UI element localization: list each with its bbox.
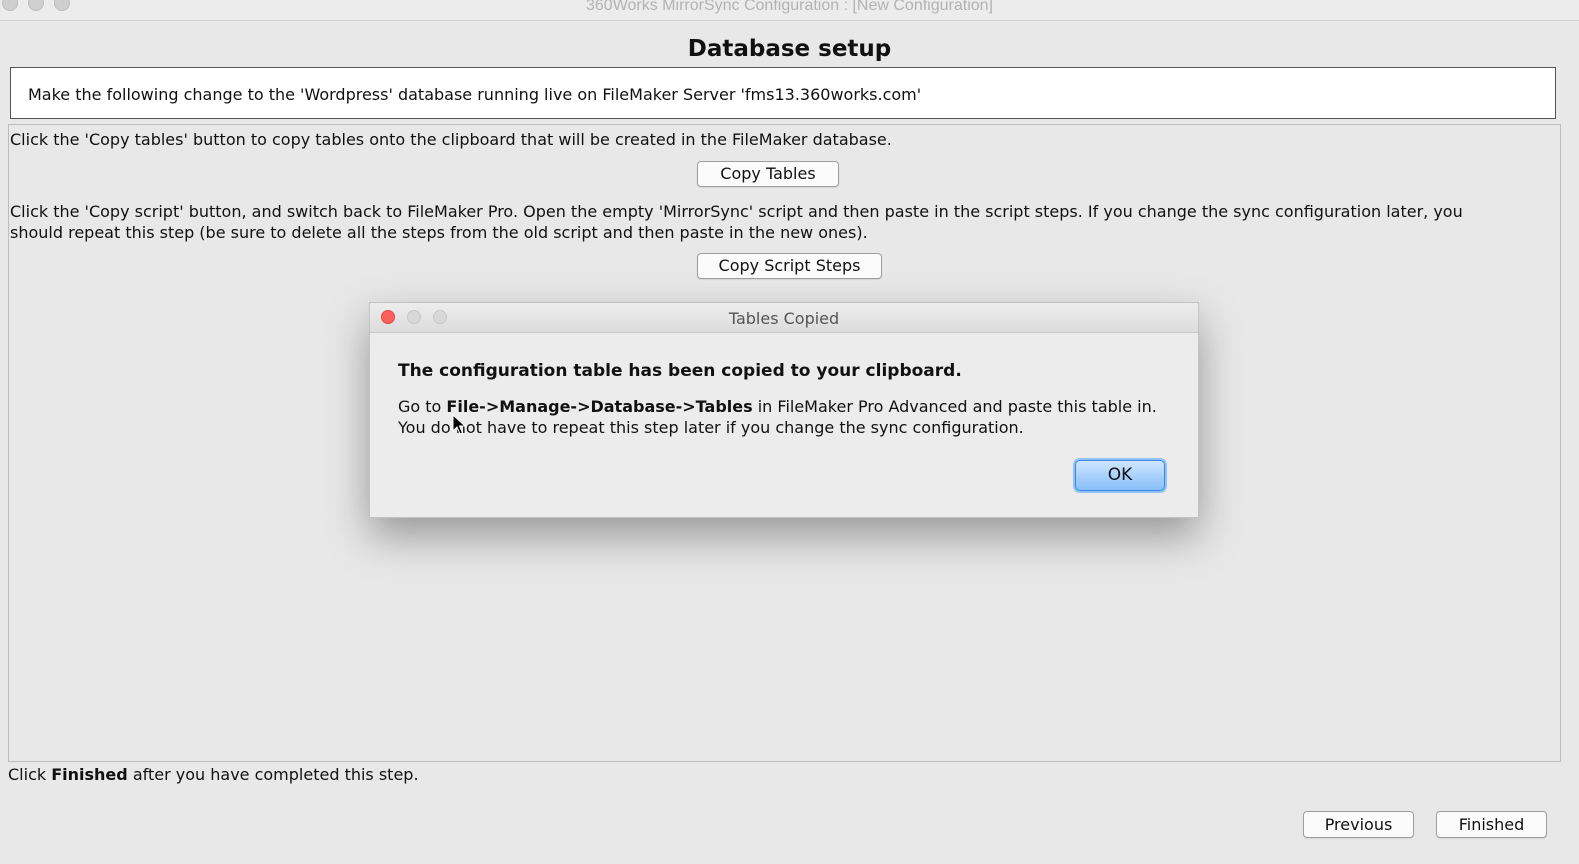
dialog-message-line2: You do not have to repeat this step late… <box>398 418 1024 437</box>
previous-button[interactable]: Previous <box>1303 811 1414 838</box>
copy-script-steps-button[interactable]: Copy Script Steps <box>697 253 882 279</box>
info-text: Make the following change to the 'Wordpr… <box>28 85 922 104</box>
window-titlebar: 360Works MirrorSync Configuration : [New… <box>0 0 1579 21</box>
dialog-menu-path: File->Manage->Database->Tables <box>446 397 753 416</box>
copy-script-instruction-line1: Click the 'Copy script' button, and swit… <box>10 202 1463 221</box>
dialog-titlebar: Tables Copied <box>370 303 1198 333</box>
dialog-line1-suffix: in FileMaker Pro Advanced and paste this… <box>752 397 1157 416</box>
info-box: Make the following change to the 'Wordpr… <box>10 67 1556 119</box>
dialog-title: Tables Copied <box>728 309 840 328</box>
dialog-line1-prefix: Go to <box>398 397 447 416</box>
ok-button[interactable]: OK <box>1075 460 1165 491</box>
footer-instruction: Click Finished after you have completed … <box>8 764 419 785</box>
page-title: Database setup <box>687 36 892 62</box>
footer-prefix: Click <box>8 765 52 784</box>
window-title: 360Works MirrorSync Configuration : [New… <box>586 0 993 14</box>
dialog-heading: The configuration table has been copied … <box>398 361 962 381</box>
dialog-message-line1: Go to File->Manage->Database->Tables in … <box>398 397 1157 416</box>
tables-copied-dialog: Tables Copied The configuration table ha… <box>369 302 1199 518</box>
footer-suffix: after you have completed this step. <box>127 765 419 784</box>
footer-bold: Finished <box>51 765 128 784</box>
finished-button[interactable]: Finished <box>1436 811 1547 838</box>
copy-script-instruction-line2: should repeat this step (be sure to dele… <box>10 223 868 242</box>
copy-tables-button[interactable]: Copy Tables <box>697 161 839 187</box>
copy-tables-instruction: Click the 'Copy tables' button to copy t… <box>10 130 892 149</box>
mouse-pointer-icon <box>452 414 466 435</box>
